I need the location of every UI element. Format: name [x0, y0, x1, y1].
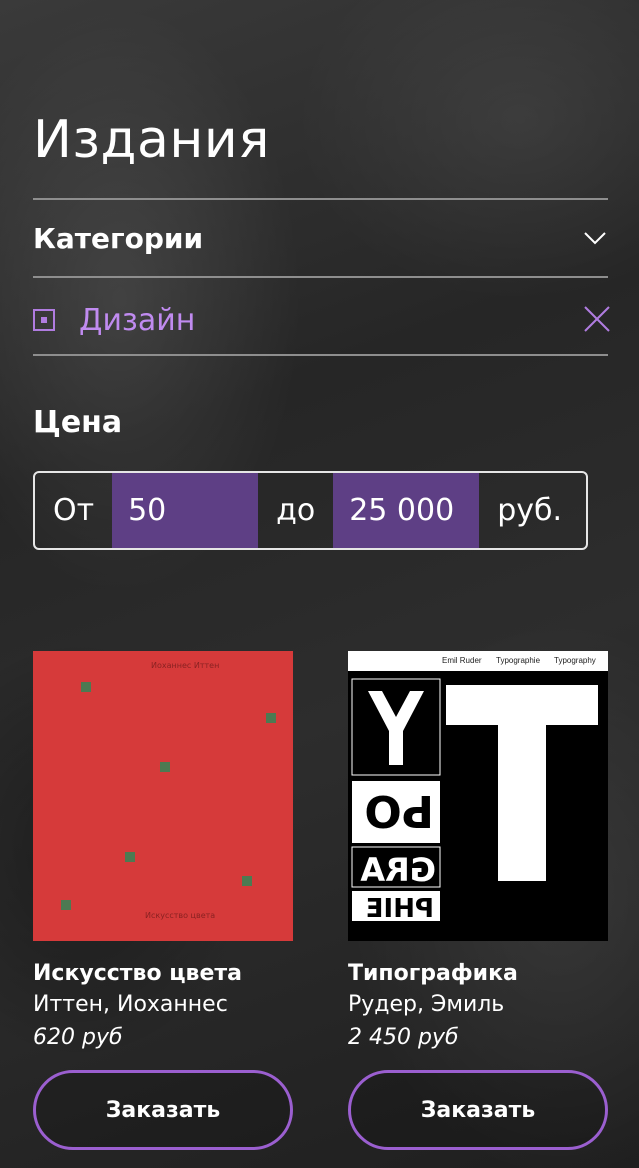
cover-dot [160, 762, 170, 772]
svg-text:GRA: GRA [360, 851, 436, 889]
price-to-input[interactable]: 25 000 [333, 473, 480, 548]
chevron-down-icon [584, 232, 606, 245]
cover-dot [125, 852, 135, 862]
price-currency: руб. [497, 493, 563, 528]
product-card: Иоханнес Иттен Искусство цвета Искусство… [33, 651, 293, 1150]
filter-label: Дизайн [79, 302, 196, 338]
typography-cover-art: Emil Ruder Typographie Typography PO GRA… [348, 656, 608, 941]
cover-header-text: Emil Ruder [442, 656, 482, 665]
product-title[interactable]: Типографика [348, 961, 608, 986]
product-author: Иттен, Иоханнес [33, 992, 228, 1017]
divider [33, 198, 608, 200]
cover-author-text: Иоханнес Иттен [151, 661, 220, 670]
divider [33, 276, 608, 278]
price-to-label: до [276, 493, 316, 528]
cover-header-text: Typography [554, 656, 596, 665]
price-range: От 50 до 25 000 руб. [33, 471, 588, 550]
price-from-label: От [53, 493, 95, 528]
product-author: Рудер, Эмиль [348, 992, 505, 1017]
page-title: Издания [33, 110, 270, 170]
product-card: Emil Ruder Typographie Typography PO GRA… [348, 651, 608, 1150]
cover-dot [81, 682, 91, 692]
order-button[interactable]: Заказать [33, 1070, 293, 1150]
cover-header-text: Typographie [496, 656, 541, 665]
product-price: 2 450 руб [348, 1025, 459, 1050]
cover-title-text: Искусство цвета [145, 911, 216, 920]
svg-text:PO: PO [364, 785, 434, 836]
book-cover-image[interactable]: Иоханнес Иттен Искусство цвета [33, 651, 293, 941]
divider [33, 354, 608, 356]
close-icon[interactable] [582, 304, 612, 334]
product-price: 620 руб [33, 1025, 123, 1050]
price-from-input[interactable]: 50 [112, 473, 259, 548]
svg-text:PHIE: PHIE [366, 894, 434, 924]
cover-dot [266, 713, 276, 723]
cover-dot [242, 876, 252, 886]
cover-dot [61, 900, 71, 910]
checkbox-icon[interactable] [33, 309, 55, 331]
selected-filter[interactable]: Дизайн [33, 298, 610, 342]
categories-toggle[interactable]: Категории [33, 218, 608, 258]
product-title[interactable]: Искусство цвета [33, 961, 293, 986]
price-title: Цена [33, 405, 123, 440]
categories-title: Категории [33, 221, 204, 255]
book-cover-image[interactable]: Emil Ruder Typographie Typography PO GRA… [348, 651, 608, 941]
order-button[interactable]: Заказать [348, 1070, 608, 1150]
